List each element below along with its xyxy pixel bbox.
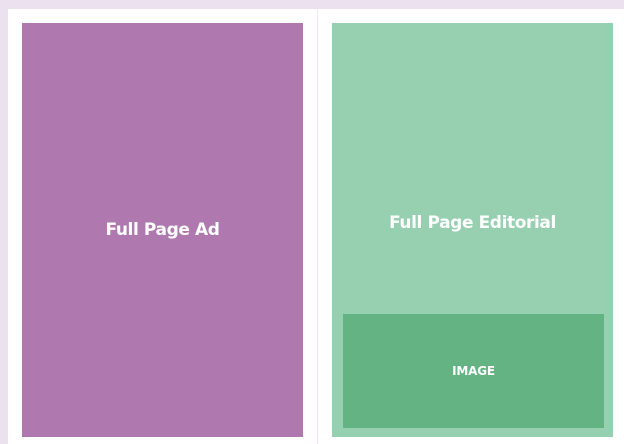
full-page-ad[interactable]: Full Page Ad — [22, 23, 303, 437]
image-placeholder[interactable]: IMAGE — [343, 314, 604, 428]
full-page-ad-label: Full Page Ad — [105, 220, 220, 240]
image-label: IMAGE — [452, 364, 495, 378]
full-page-editorial-label: Full Page Editorial — [389, 213, 556, 233]
full-page-editorial[interactable]: Full Page Editorial IMAGE — [332, 23, 613, 437]
spread-fold — [317, 9, 318, 444]
magazine-spread: Full Page Ad Full Page Editorial IMAGE — [8, 9, 624, 444]
